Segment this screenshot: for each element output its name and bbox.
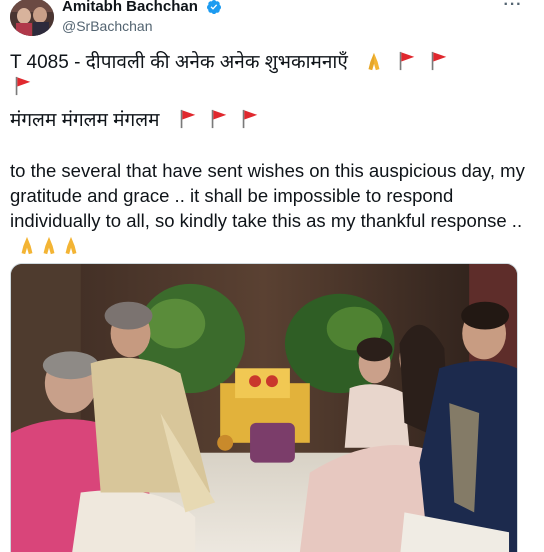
tweet-line-greeting: T 4085 - दीपावली की अनेक अनेक शुभकामनाएँ xyxy=(10,50,528,100)
folded-hands-icon xyxy=(368,52,380,71)
greeting-text: T 4085 - दीपावली की अनेक अनेक शुभकामनाएँ xyxy=(10,52,348,73)
folded-hands-icon xyxy=(65,236,77,255)
tweet-photo[interactable] xyxy=(10,263,518,552)
tweet-line-mangalam: मंगलम मंगलम मंगलम xyxy=(10,108,528,133)
triangular-flag-icon xyxy=(400,51,415,71)
folded-hands-icon xyxy=(43,236,55,255)
verified-badge-icon xyxy=(206,0,221,14)
display-name[interactable]: Amitabh Bachchan xyxy=(62,0,198,14)
triangular-flag-icon xyxy=(431,51,446,71)
triangular-flag-icon xyxy=(243,109,258,129)
thanks-text: to the several that have sent wishes on … xyxy=(10,160,525,231)
more-dots-icon[interactable]: ··· xyxy=(502,0,524,14)
family-photo-image xyxy=(11,264,517,552)
avatar-image xyxy=(10,0,54,36)
folded-hands-icon xyxy=(21,236,33,255)
user-identity: Amitabh Bachchan @SrBachchan xyxy=(62,0,222,33)
tweet-card: Amitabh Bachchan @SrBachchan ··· T 4085 … xyxy=(0,0,544,552)
user-handle[interactable]: @SrBachchan xyxy=(62,19,222,33)
avatar[interactable] xyxy=(10,0,54,36)
triangular-flag-icon xyxy=(15,76,31,96)
mangalam-text: मंगलम मंगलम मंगलम xyxy=(10,110,160,131)
triangular-flag-icon xyxy=(180,109,196,129)
tweet-text: T 4085 - दीपावली की अनेक अनेक शुभकामनाएँ xyxy=(10,50,528,258)
triangular-flag-icon xyxy=(211,109,227,129)
tweet-line-thanks: to the several that have sent wishes on … xyxy=(10,158,528,258)
